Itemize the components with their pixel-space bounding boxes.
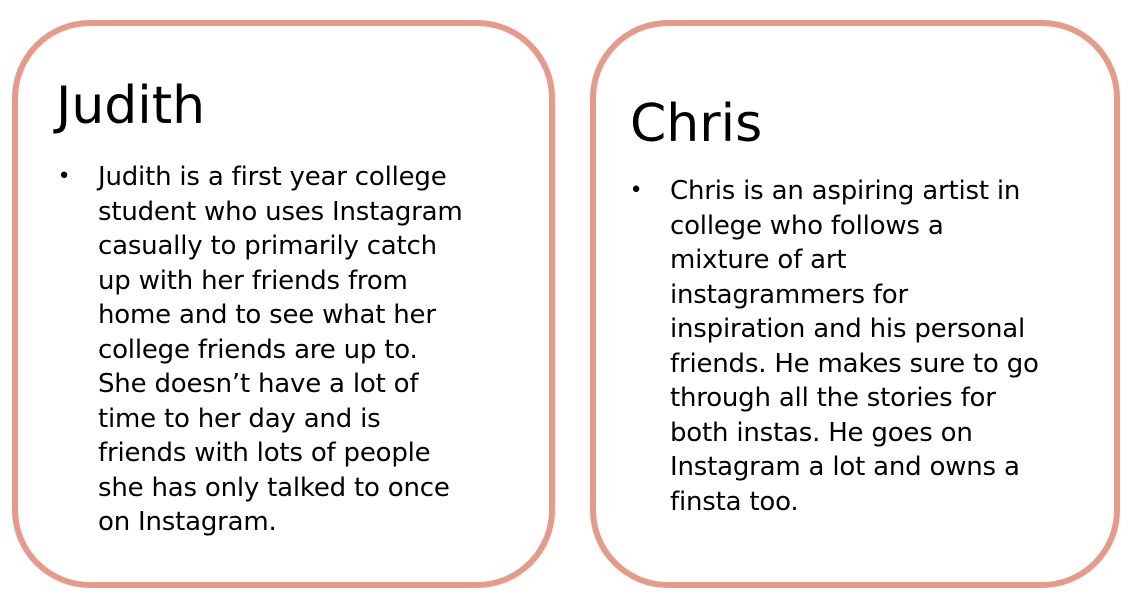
- bullet-icon: •: [629, 178, 643, 203]
- persona-description-item: • Judith is a first year college student…: [54, 160, 524, 540]
- bullet-icon: •: [57, 164, 71, 189]
- persona-name: Judith: [56, 76, 206, 136]
- persona-description-item: • Chris is an aspiring artist in college…: [626, 174, 1096, 519]
- persona-description-list: • Judith is a first year college student…: [54, 160, 524, 540]
- persona-card-judith: Judith • Judith is a first year college …: [12, 20, 555, 588]
- persona-description-list: • Chris is an aspiring artist in college…: [626, 174, 1096, 519]
- persona-name: Chris: [630, 94, 763, 154]
- persona-card-chris: Chris • Chris is an aspiring artist in c…: [590, 20, 1120, 588]
- persona-description-text: Chris is an aspiring artist in college w…: [670, 176, 1039, 517]
- persona-description-text: Judith is a first year college student w…: [98, 162, 463, 537]
